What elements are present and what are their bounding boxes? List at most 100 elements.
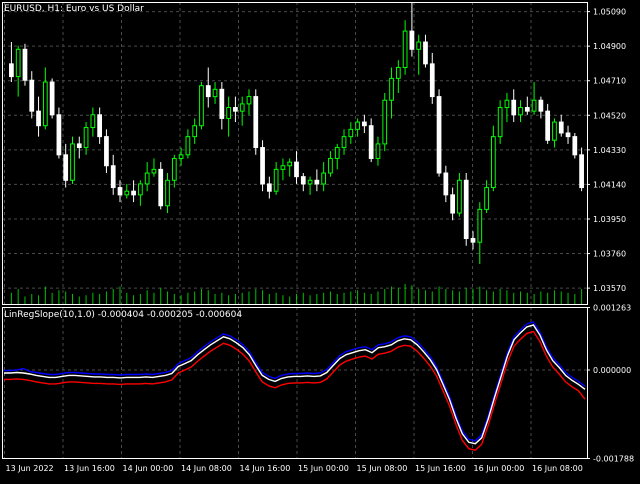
candle-body: [416, 41, 422, 50]
candle-body: [36, 110, 41, 127]
y-tick-label: 1.04710: [593, 77, 626, 86]
candle-body: [497, 107, 503, 138]
x-tick-label: 13 Jun 16:00: [64, 464, 115, 473]
candle-body: [477, 208, 483, 243]
candle-body: [280, 165, 286, 170]
candle-body: [355, 121, 360, 130]
candle-body: [436, 96, 442, 174]
candle-body: [334, 147, 340, 159]
candle-body: [239, 103, 245, 112]
candle-body: [158, 168, 164, 207]
candle-body: [558, 121, 564, 134]
candle-body: [90, 114, 96, 129]
x-tick-label: 15 Jun 00:00: [298, 464, 349, 473]
candle-body: [212, 88, 218, 98]
chart-title: EURUSD, H1: Euro vs US Dollar: [4, 4, 144, 14]
candle-body: [552, 121, 557, 141]
y-tick-label: 1.04520: [593, 111, 626, 120]
candle-body: [131, 190, 136, 196]
candle-body: [273, 168, 279, 192]
candle-body: [226, 107, 231, 119]
candle-body: [328, 157, 333, 174]
indicator-tick-label: 0.001263: [593, 304, 631, 313]
candle-body: [219, 88, 225, 119]
candle-body: [22, 48, 28, 81]
candle-body: [56, 114, 62, 156]
candle-body: [457, 179, 462, 214]
candle-body: [484, 187, 489, 210]
candle-body: [104, 136, 109, 167]
candle-body: [76, 143, 82, 149]
candle-body: [15, 48, 21, 78]
candle-body: [429, 63, 435, 98]
y-tick-label: 1.04900: [593, 42, 626, 51]
y-tick-label: 1.05090: [593, 8, 626, 17]
y-tick-label: 1.04330: [593, 146, 626, 155]
y-tick-label: 1.03760: [593, 250, 626, 259]
x-tick-label: 13 Jun 2022: [6, 464, 54, 473]
candle-body: [49, 81, 55, 116]
candle-body: [246, 96, 252, 105]
candle-body: [518, 107, 523, 116]
indicator-tick-label: 0.000000: [593, 366, 631, 375]
candle-body: [178, 154, 184, 159]
candle-body: [42, 81, 48, 127]
candle-body: [287, 161, 293, 167]
chart-canvas[interactable]: 13 Jun 2022 13 Jun 16:00 14 Jun 00:00 14 Ju…: [0, 0, 640, 480]
candle-body: [205, 85, 211, 98]
candle-body: [375, 143, 381, 159]
chart-frame: [2, 2, 588, 459]
x-tick-label: 14 Jun 16:00: [240, 464, 291, 473]
axis-labels: 13 Jun 2022 13 Jun 16:00 14 Jun 00:00 14 Ju…: [6, 8, 635, 473]
candle-body: [511, 99, 517, 116]
candle-body: [171, 157, 177, 181]
candle-body: [260, 147, 265, 185]
candle-body: [144, 172, 150, 185]
candle-body: [395, 66, 401, 79]
candle-body: [253, 96, 259, 149]
candle-body: [314, 179, 320, 185]
x-tick-label: 14 Jun 00:00: [123, 464, 174, 473]
candle-body: [266, 183, 272, 192]
price-pane-frame: [2, 2, 588, 305]
x-tick-label: 16 Jun 00:00: [474, 464, 525, 473]
candle-body: [545, 110, 551, 141]
indicator-tick-label: -0.001788: [593, 455, 634, 464]
candle-body: [199, 85, 204, 127]
candle-body: [504, 99, 510, 109]
candle-body: [531, 99, 537, 112]
candle-body: [300, 176, 306, 185]
candle-body: [538, 99, 544, 112]
x-tick-label: 15 Jun 16:00: [415, 464, 466, 473]
candle-body: [402, 30, 408, 68]
candle-body: [463, 179, 469, 240]
chart-window[interactable]: 13 Jun 2022 13 Jun 16:00 14 Jun 00:00 14 Ju…: [0, 0, 640, 480]
candle-body: [83, 127, 89, 149]
candle-body: [124, 190, 130, 196]
y-tick-label: 1.03950: [593, 215, 626, 224]
candle-body: [185, 136, 191, 156]
candle-body: [29, 79, 35, 112]
candle-body: [294, 161, 299, 178]
candle-body: [70, 143, 75, 181]
candle-body: [63, 154, 69, 181]
x-tick-label: 14 Jun 08:00: [181, 464, 232, 473]
lower-band-line: [4, 330, 586, 451]
candle-body: [117, 187, 123, 196]
candle-body: [110, 165, 116, 189]
candle-body: [348, 128, 354, 138]
x-tick-label: 15 Jun 08:00: [357, 464, 408, 473]
indicator-lines: [4, 321, 586, 451]
candle-body: [138, 183, 143, 196]
y-tick-label: 1.04140: [593, 180, 626, 189]
candle-body: [409, 30, 415, 50]
candle-body: [524, 107, 530, 112]
candle-body: [490, 136, 496, 189]
y-tick-label: 1.03570: [593, 284, 626, 293]
candle-body: [165, 179, 170, 207]
candle-body: [233, 107, 238, 112]
candle-body: [321, 172, 327, 185]
candle-body: [423, 41, 428, 65]
upper-band-line: [4, 321, 586, 442]
candle-body: [151, 168, 157, 174]
